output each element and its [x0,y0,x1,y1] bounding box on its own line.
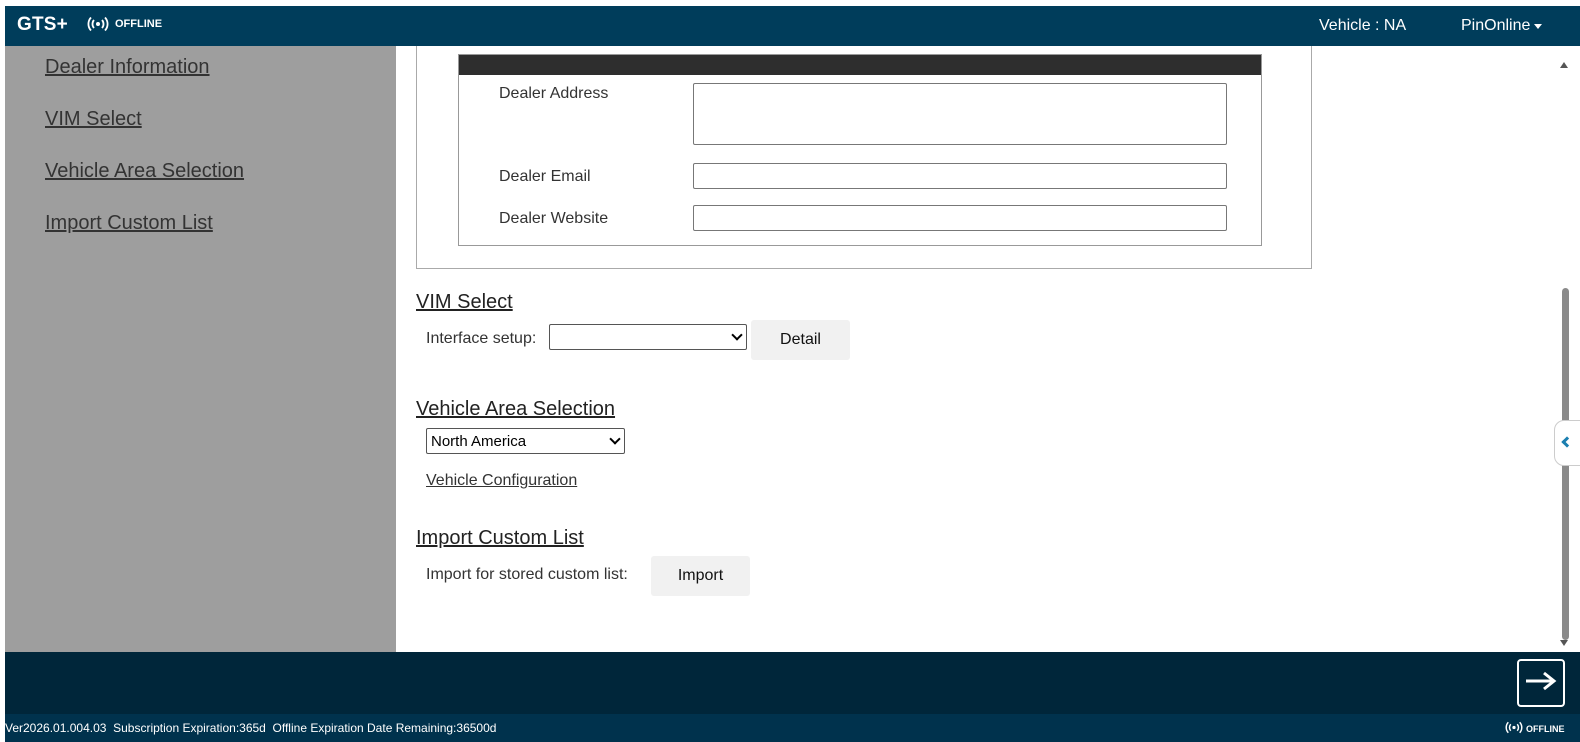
import-button[interactable]: Import [651,556,750,596]
top-header: GTS+ OFFLINE Vehicle : NA PinOnline [5,6,1580,46]
connection-status-label: OFFLINE [115,18,163,30]
bottom-action-bar [5,652,1580,714]
dealer-email-label: Dealer Email [499,168,591,185]
chevron-left-icon [1561,436,1573,448]
sidebar-item-dealer-information[interactable]: Dealer Information [45,56,210,79]
dealer-email-field[interactable] [693,163,1227,189]
dealer-details-header [459,55,1261,75]
vehicle-indicator: Vehicle : NA [1319,17,1407,34]
main-content: Dealer Address Dealer Email Dealer Websi… [396,46,1580,652]
chevron-down-icon [731,329,743,341]
user-menu-label: PinOnline [1461,17,1531,34]
sidebar: Dealer Information VIM Select Vehicle Ar… [5,46,396,652]
chevron-down-icon [609,433,621,445]
status-connection-label: OFFLINE [1526,723,1565,734]
import-custom-list-heading: Import Custom List [416,527,584,549]
vim-select-heading: VIM Select [416,291,513,313]
interface-setup-select[interactable] [549,324,747,350]
app-logo: GTS+ [17,14,68,35]
version-status-text: Ver2026.01.004.03 Subscription Expiratio… [5,721,497,735]
status-bar: Ver2026.01.004.03 Subscription Expiratio… [5,714,1580,742]
next-button[interactable] [1517,659,1565,707]
broadcast-icon [87,16,109,32]
sidebar-item-vehicle-area-selection[interactable]: Vehicle Area Selection [45,160,244,183]
dealer-website-label: Dealer Website [499,210,609,227]
scroll-down-icon[interactable] [1560,640,1568,646]
vehicle-area-selection-heading: Vehicle Area Selection [416,398,616,420]
dealer-address-field[interactable] [693,83,1227,145]
caret-down-icon [1534,24,1543,29]
sidebar-item-vim-select[interactable]: VIM Select [45,108,142,131]
side-panel-toggle[interactable] [1554,420,1580,466]
interface-setup-label: Interface setup: [426,330,537,347]
scroll-up-icon[interactable] [1560,62,1568,68]
arrow-right-icon [1524,671,1558,696]
vehicle-area-value: North America [431,432,527,450]
vehicle-area-select[interactable]: North America [426,428,625,454]
dealer-details-box: Dealer Address Dealer Email Dealer Websi… [458,54,1262,246]
status-connection: OFFLINE [1505,721,1565,736]
dealer-information-panel: Dealer Address Dealer Email Dealer Websi… [416,46,1312,269]
broadcast-icon [1505,721,1523,736]
user-menu[interactable]: PinOnline [1461,17,1543,35]
dealer-website-field[interactable] [693,205,1227,231]
connection-status: OFFLINE [87,16,162,32]
import-custom-list-label: Import for stored custom list: [426,566,628,583]
dealer-address-label: Dealer Address [499,85,609,102]
sidebar-item-import-custom-list[interactable]: Import Custom List [45,212,213,235]
vehicle-configuration-link[interactable]: Vehicle Configuration [426,472,577,490]
detail-button[interactable]: Detail [751,320,850,360]
app-window: GTS+ OFFLINE Vehicle : NA PinOnline Deal… [5,6,1580,742]
